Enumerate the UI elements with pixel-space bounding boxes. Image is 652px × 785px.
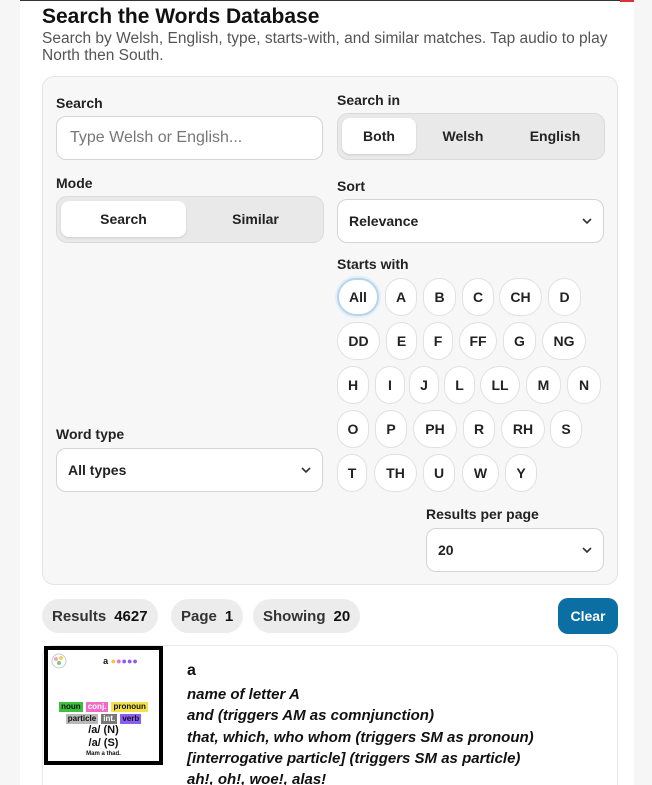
- letter-c-button[interactable]: C: [462, 278, 494, 316]
- sort-value: Relevance: [349, 213, 419, 229]
- letter-e-button[interactable]: E: [386, 322, 417, 360]
- letter-rh-button[interactable]: RH: [501, 410, 545, 448]
- results-count-value: 4627: [114, 607, 148, 625]
- result-definition: that, which, who whom (triggers SM as pr…: [187, 729, 534, 746]
- chevron-down-icon: [301, 467, 311, 474]
- mode-similar-button[interactable]: Similar: [192, 201, 319, 237]
- mode-label: Mode: [56, 175, 93, 191]
- letter-t-button[interactable]: T: [337, 454, 367, 492]
- results-per-page-label: Results per page: [426, 506, 539, 522]
- page-subtitle: Search by Welsh, English, type, starts-w…: [42, 30, 608, 64]
- letter-r-button[interactable]: R: [463, 410, 495, 448]
- result-definition: name of letter A: [187, 686, 300, 703]
- result-definition: ah!, oh!, woe!, alas!: [187, 771, 327, 785]
- word-thumbnail-image: a ●●●●● noun conj. pronoun particle int.…: [44, 646, 163, 765]
- letter-s-button[interactable]: S: [550, 410, 582, 448]
- letter-dd-button[interactable]: DD: [337, 322, 380, 360]
- mode-search-button[interactable]: Search: [61, 201, 186, 237]
- search-in-toggle: Both Welsh English: [337, 113, 605, 160]
- result-definition: [interrogative particle] (triggers SM as…: [187, 750, 521, 767]
- thumbnail-tags-row2: particle int. verb: [65, 714, 142, 724]
- letter-ff-button[interactable]: FF: [459, 322, 497, 360]
- showing-count-label: Showing: [263, 607, 326, 625]
- clear-button[interactable]: Clear: [558, 598, 618, 634]
- letter-p-button[interactable]: P: [375, 410, 407, 448]
- page-number-value: 1: [224, 607, 234, 625]
- page-title: Search the Words Database: [42, 5, 320, 28]
- chevron-down-icon: [582, 218, 592, 225]
- sort-label: Sort: [337, 178, 365, 194]
- letter-all-button[interactable]: All: [337, 278, 379, 316]
- result-definition: and (triggers AM as comnjunction): [187, 707, 434, 724]
- letter-l-button[interactable]: L: [444, 366, 475, 404]
- letter-h-button[interactable]: H: [337, 366, 369, 404]
- letter-ph-button[interactable]: PH: [413, 410, 457, 448]
- word-type-label: Word type: [56, 426, 125, 442]
- letter-ch-button[interactable]: CH: [499, 278, 542, 316]
- word-type-select[interactable]: All types: [56, 448, 323, 492]
- search-label: Search: [56, 95, 103, 111]
- showing-count-badge: Showing 20: [253, 599, 361, 633]
- mode-toggle: Search Similar: [56, 196, 324, 243]
- thumbnail-letter: a ●●●●●: [103, 656, 138, 666]
- chevron-down-icon: [582, 547, 592, 554]
- letter-m-button[interactable]: M: [526, 366, 561, 404]
- letter-a-button[interactable]: A: [385, 278, 417, 316]
- thumbnail-tags-row1: noun conj. pronoun: [59, 702, 148, 712]
- starts-with-label: Starts with: [337, 256, 409, 272]
- thumbnail-pron-north: /a/ (N): [88, 724, 119, 736]
- word-type-value: All types: [68, 462, 127, 478]
- letter-ll-button[interactable]: LL: [480, 366, 520, 404]
- top-right-marker: [620, 0, 634, 2]
- search-input[interactable]: [56, 116, 323, 160]
- letter-y-button[interactable]: Y: [505, 454, 537, 492]
- letter-f-button[interactable]: F: [423, 322, 453, 360]
- search-in-both-button[interactable]: Both: [342, 118, 416, 154]
- letter-j-button[interactable]: J: [409, 366, 439, 404]
- results-count-label: Results: [52, 607, 107, 625]
- letter-o-button[interactable]: O: [337, 410, 369, 448]
- search-in-english-button[interactable]: English: [510, 118, 600, 154]
- results-per-page-value: 20: [438, 542, 454, 558]
- page-number-label: Page: [181, 607, 217, 625]
- thumbnail-pron-south: /a/ (S): [88, 737, 119, 749]
- letter-n-button[interactable]: N: [567, 366, 601, 404]
- letter-d-button[interactable]: D: [548, 278, 581, 316]
- results-per-page-select[interactable]: 20: [426, 528, 604, 572]
- showing-count-value: 20: [333, 607, 351, 625]
- letter-i-button[interactable]: I: [375, 366, 405, 404]
- letter-u-button[interactable]: U: [423, 454, 455, 492]
- thumbnail-caption: Mam a thad.: [86, 751, 121, 757]
- result-word: a: [187, 662, 196, 679]
- page-number-badge: Page 1: [171, 599, 244, 633]
- letter-ng-button[interactable]: NG: [542, 322, 586, 360]
- letter-th-button[interactable]: TH: [374, 454, 417, 492]
- letter-b-button[interactable]: B: [423, 278, 456, 316]
- search-in-label: Search in: [337, 92, 401, 108]
- results-count-badge: Results 4627: [42, 599, 158, 633]
- search-in-welsh-button[interactable]: Welsh: [424, 118, 502, 154]
- sort-select[interactable]: Relevance: [337, 199, 604, 243]
- letter-g-button[interactable]: G: [503, 322, 536, 360]
- letter-w-button[interactable]: W: [462, 454, 499, 492]
